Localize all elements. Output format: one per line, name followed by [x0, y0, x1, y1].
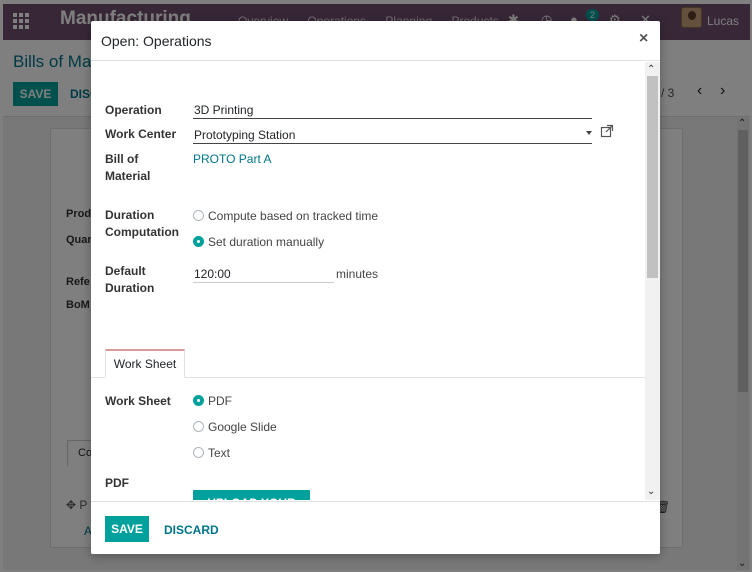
- scroll-up-icon[interactable]: ⌃: [647, 64, 655, 75]
- work-center-label: Work Center: [105, 127, 177, 141]
- radio-text-label[interactable]: Text: [208, 446, 230, 460]
- default-duration-label-line-2: Duration: [105, 281, 155, 295]
- dialog-title: Open: Operations: [101, 33, 212, 49]
- tab-work-sheet[interactable]: Work Sheet: [105, 349, 185, 378]
- dialog-save-button[interactable]: SAVE: [105, 516, 149, 542]
- pdf-label: PDF: [105, 476, 129, 490]
- radio-text[interactable]: [193, 447, 204, 458]
- radio-google-slide-label[interactable]: Google Slide: [208, 420, 277, 434]
- dialog-footer: SAVE DISCARD: [91, 501, 660, 554]
- duration-unit: minutes: [336, 267, 379, 281]
- default-duration-input[interactable]: 120:00: [193, 265, 334, 283]
- radio-pdf[interactable]: [193, 395, 204, 406]
- operations-dialog: Open: Operations × Operation 3D Printing…: [91, 21, 660, 554]
- radio-pdf-label[interactable]: PDF: [208, 394, 232, 408]
- radio-set-manually[interactable]: [193, 236, 204, 247]
- dialog-scrollbar[interactable]: ⌃ ⌄: [645, 62, 660, 500]
- duration-computation-label-line-1: Duration: [105, 208, 155, 222]
- scroll-down-icon[interactable]: ⌄: [647, 486, 655, 497]
- work-center-select[interactable]: Prototyping Station: [193, 126, 592, 144]
- operation-input[interactable]: 3D Printing: [193, 101, 592, 119]
- dialog-body: Operation 3D Printing Work Center Protot…: [91, 62, 660, 500]
- dialog-scrollbar-thumb[interactable]: [647, 76, 658, 278]
- radio-google-slide[interactable]: [193, 421, 204, 432]
- radio-tracked-time-label[interactable]: Compute based on tracked time: [208, 209, 378, 223]
- duration-computation-label-line-2: Computation: [105, 225, 179, 239]
- work-sheet-label: Work Sheet: [105, 394, 171, 408]
- radio-tracked-time[interactable]: [193, 210, 204, 221]
- default-duration-label-line-1: Default: [105, 264, 146, 278]
- dialog-header: Open: Operations ×: [91, 21, 660, 61]
- chevron-down-icon[interactable]: [586, 131, 592, 135]
- default-duration-label: Default Duration: [105, 263, 154, 297]
- operation-label: Operation: [105, 103, 162, 117]
- duration-computation-label: Duration Computation: [105, 207, 179, 241]
- dialog-discard-button[interactable]: DISCARD: [164, 523, 219, 537]
- bom-label-line-1: Bill of: [105, 152, 139, 166]
- radio-set-manually-label[interactable]: Set duration manually: [208, 235, 324, 249]
- upload-file-button[interactable]: UPLOAD YOUR FILE: [193, 490, 310, 500]
- bom-link[interactable]: PROTO Part A: [193, 152, 271, 166]
- bom-label: Bill of Material: [105, 151, 150, 185]
- bom-label-line-2: Material: [105, 169, 151, 183]
- external-link-icon[interactable]: [600, 124, 614, 138]
- close-icon[interactable]: ×: [639, 30, 648, 48]
